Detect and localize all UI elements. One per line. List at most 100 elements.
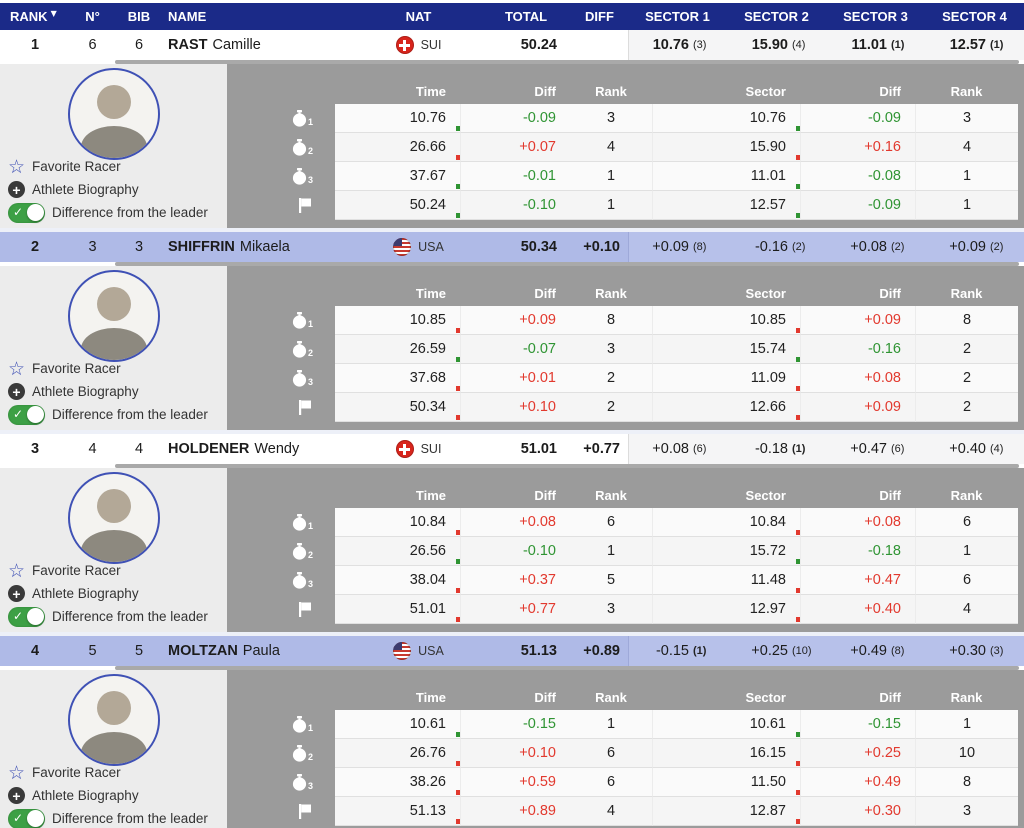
- splits-table: Time Diff Rank Sector Diff Rank 1 10.76 …: [227, 64, 1018, 228]
- sector-rank-cell: 4: [915, 595, 1018, 624]
- favorite-racer-label: Favorite Racer: [32, 563, 121, 578]
- racer-section: 2 3 3 SHIFFRIN Mikaela USA 50.34 +0.10 +…: [0, 232, 1024, 434]
- nationality-cell: SUI: [356, 434, 481, 464]
- sector-value: 11.01: [841, 37, 887, 53]
- racer-row[interactable]: 1 6 6 RAST Camille SUI 50.24 10.76(3) 15…: [0, 30, 1024, 60]
- racer-last-name: SHIFFRIN: [168, 239, 235, 255]
- athlete-biography-label: Athlete Biography: [32, 788, 139, 803]
- racer-row[interactable]: 3 4 4 HOLDENER Wendy SUI 51.01 +0.77 +0.…: [0, 434, 1024, 464]
- difference-toggle[interactable]: ✓: [8, 607, 45, 627]
- time-cell: 51.13: [335, 797, 460, 826]
- time-rank-cell: 6: [570, 768, 652, 797]
- sector-rank-cell: 3: [915, 797, 1018, 826]
- plus-icon: +: [8, 383, 25, 400]
- split-row-intermediate-1: 1 10.61 -0.15 1 10.61 -0.15 1: [227, 710, 1018, 739]
- athlete-biography-button[interactable]: + Athlete Biography: [8, 785, 208, 806]
- time-diff-cell: +0.77: [460, 595, 570, 624]
- sector-rank-cell: 1: [915, 537, 1018, 566]
- difference-toggle[interactable]: ✓: [8, 203, 45, 223]
- column-header-total[interactable]: TOTAL: [481, 3, 571, 30]
- flag-icon: [393, 238, 411, 256]
- column-header-sector1[interactable]: SECTOR 1: [628, 3, 727, 30]
- racer-photo[interactable]: [68, 472, 160, 564]
- time-cell: 38.04: [335, 566, 460, 595]
- splits-header-diff: Diff: [460, 78, 570, 104]
- athlete-biography-button[interactable]: + Athlete Biography: [8, 381, 208, 402]
- split-row-intermediate-2: 2 26.66 +0.07 4 15.90 +0.16 4: [227, 133, 1018, 162]
- time-rank-cell: 2: [570, 364, 652, 393]
- split-row-intermediate-3: 3 37.67 -0.01 1 11.01 -0.08 1: [227, 162, 1018, 191]
- time-rank-cell: 1: [570, 162, 652, 191]
- sector-value: -0.18: [742, 441, 788, 457]
- horizontal-scrollbar-thumb[interactable]: [115, 666, 1019, 670]
- column-header-sector2[interactable]: SECTOR 2: [727, 3, 826, 30]
- racer-info-panel: ☆ Favorite Racer + Athlete Biography ✓ D…: [0, 266, 227, 430]
- racer-name: HOLDENER Wendy: [163, 434, 356, 464]
- sector3-summary-cell: +0.47(6): [826, 434, 925, 464]
- time-rank-cell: 2: [570, 393, 652, 422]
- racer-photo[interactable]: [68, 270, 160, 362]
- difference-from-leader-toggle-row[interactable]: ✓ Difference from the leader: [8, 202, 208, 223]
- racer-section: 1 6 6 RAST Camille SUI 50.24 10.76(3) 15…: [0, 30, 1024, 232]
- favorite-racer-button[interactable]: ☆ Favorite Racer: [8, 762, 208, 783]
- time-diff-cell: +0.89: [460, 797, 570, 826]
- splits-header-diff: Diff: [460, 280, 570, 306]
- results-list: 1 6 6 RAST Camille SUI 50.24 10.76(3) 15…: [0, 30, 1024, 828]
- splits-header-sector: Sector: [652, 482, 800, 508]
- column-header-number[interactable]: N°: [70, 3, 115, 30]
- sector-rank: (2): [792, 241, 820, 253]
- racer-photo[interactable]: [68, 674, 160, 766]
- column-header-name[interactable]: NAME: [163, 3, 356, 30]
- difference-toggle[interactable]: ✓: [8, 405, 45, 425]
- check-icon: ✓: [13, 205, 23, 219]
- column-header-bib[interactable]: BIB: [115, 3, 163, 30]
- results-table-header: RANK ▼ N° BIB NAME NAT TOTAL DIFF SECTOR…: [0, 0, 1024, 30]
- difference-from-leader-toggle-row[interactable]: ✓ Difference from the leader: [8, 404, 208, 425]
- racer-info-panel: ☆ Favorite Racer + Athlete Biography ✓ D…: [0, 468, 227, 632]
- splits-table-header: Time Diff Rank Sector Diff Rank: [227, 482, 1018, 508]
- column-header-rank[interactable]: RANK ▼: [0, 3, 70, 30]
- horizontal-scrollbar-thumb[interactable]: [115, 464, 1019, 468]
- sector3-summary-cell: 11.01(1): [826, 30, 925, 60]
- sector-rank: (3): [693, 39, 721, 51]
- splits-header-spacer: [227, 280, 335, 306]
- sector-value: +0.30: [940, 643, 986, 659]
- sector-diff-cell: -0.09: [800, 104, 915, 133]
- splits-header-sector-rank: Rank: [915, 684, 1018, 710]
- favorite-racer-button[interactable]: ☆ Favorite Racer: [8, 156, 208, 177]
- difference-from-leader-toggle-row[interactable]: ✓ Difference from the leader: [8, 808, 208, 828]
- stopwatch-3-icon: 3: [292, 774, 313, 791]
- athlete-biography-button[interactable]: + Athlete Biography: [8, 179, 208, 200]
- favorite-racer-button[interactable]: ☆ Favorite Racer: [8, 358, 208, 379]
- difference-toggle[interactable]: ✓: [8, 809, 45, 828]
- sector-rank: (1): [792, 443, 820, 455]
- athlete-biography-label: Athlete Biography: [32, 384, 139, 399]
- splits-header-diff: Diff: [460, 684, 570, 710]
- racer-row[interactable]: 2 3 3 SHIFFRIN Mikaela USA 50.34 +0.10 +…: [0, 232, 1024, 262]
- column-header-sector4[interactable]: SECTOR 4: [925, 3, 1024, 30]
- sector-rank: (6): [891, 443, 919, 455]
- racer-photo[interactable]: [68, 68, 160, 160]
- split-row-intermediate-1: 1 10.85 +0.09 8 10.85 +0.09 8: [227, 306, 1018, 335]
- column-header-nat[interactable]: NAT: [356, 3, 481, 30]
- racer-name: RAST Camille: [163, 30, 356, 60]
- split-row-finish: 50.34 +0.10 2 12.66 +0.09 2: [227, 393, 1018, 422]
- racer-first-name: Paula: [243, 643, 280, 659]
- column-header-sector3[interactable]: SECTOR 3: [826, 3, 925, 30]
- racer-name: SHIFFRIN Mikaela: [163, 232, 356, 262]
- sector4-summary-cell: +0.30 (3): [925, 636, 1024, 666]
- horizontal-scrollbar-thumb[interactable]: [115, 60, 1019, 64]
- difference-from-leader-toggle-row[interactable]: ✓ Difference from the leader: [8, 606, 208, 627]
- athlete-biography-button[interactable]: + Athlete Biography: [8, 583, 208, 604]
- racer-row[interactable]: 4 5 5 MOLTZAN Paula USA 51.13 +0.89 -0.1…: [0, 636, 1024, 666]
- favorite-racer-button[interactable]: ☆ Favorite Racer: [8, 560, 208, 581]
- column-header-diff[interactable]: DIFF: [571, 3, 628, 30]
- sector-cell: 10.61: [652, 710, 800, 739]
- sector-rank: (3): [990, 645, 1018, 657]
- splits-header-rank: Rank: [570, 482, 652, 508]
- sector-cell: 15.74: [652, 335, 800, 364]
- horizontal-scrollbar-thumb[interactable]: [115, 262, 1019, 266]
- time-diff-cell: -0.10: [460, 537, 570, 566]
- sector-value: +0.49: [841, 643, 887, 659]
- time-cell: 26.66: [335, 133, 460, 162]
